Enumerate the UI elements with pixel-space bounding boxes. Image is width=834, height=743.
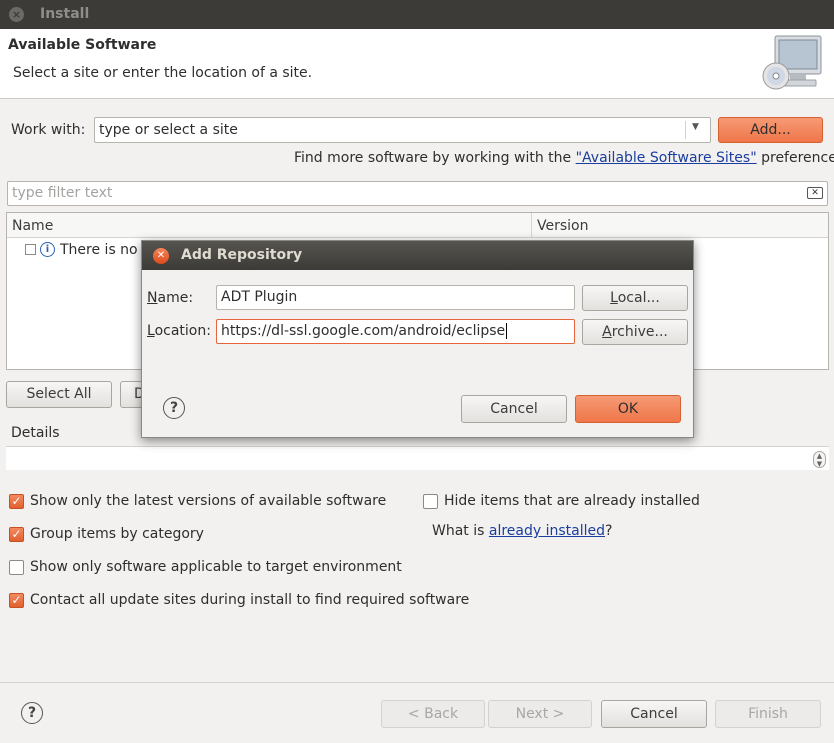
name-label-rest: ame: bbox=[157, 290, 194, 306]
finish-button[interactable]: Finish bbox=[715, 700, 821, 728]
chevron-down-icon[interactable]: ▼ bbox=[692, 122, 699, 132]
already-installed-link[interactable]: already installed bbox=[489, 523, 605, 539]
details-label: Details bbox=[11, 425, 60, 441]
find-more-text: Find more software by working with the "… bbox=[294, 150, 834, 166]
add-repository-dialog: ✕ Add Repository Name: ADT Plugin Local.… bbox=[141, 240, 694, 438]
installed-suffix: ? bbox=[605, 523, 613, 539]
dialog-cancel-button[interactable]: Cancel bbox=[461, 395, 567, 423]
dialog-titlebar: ✕ Add Repository bbox=[142, 241, 693, 270]
info-icon: i bbox=[40, 242, 55, 257]
hide-installed-checkbox[interactable] bbox=[423, 494, 438, 509]
available-sites-link[interactable]: "Available Software Sites" bbox=[576, 150, 757, 166]
back-button[interactable]: < Back bbox=[381, 700, 485, 728]
select-all-button[interactable]: Select All bbox=[6, 381, 112, 408]
location-field[interactable]: https://dl-ssl.google.com/android/eclips… bbox=[216, 319, 575, 344]
details-box: ▲ ▼ bbox=[6, 446, 829, 470]
row-checkbox[interactable] bbox=[25, 244, 36, 255]
clear-filter-icon[interactable]: ✕ bbox=[807, 187, 823, 199]
add-site-button[interactable]: Add... bbox=[718, 117, 823, 143]
dialog-help-icon[interactable]: ? bbox=[163, 397, 185, 419]
header-banner: Available Software Select a site or ente… bbox=[0, 29, 834, 99]
group-by-category-label: Group items by category bbox=[30, 526, 204, 542]
find-more-prefix: Find more software by working with the bbox=[294, 150, 576, 166]
archive-mnemonic: A bbox=[602, 324, 612, 340]
filter-input[interactable]: type filter text ✕ bbox=[7, 181, 828, 206]
dialog-close-icon[interactable]: ✕ bbox=[153, 248, 169, 264]
page-title: Available Software bbox=[8, 37, 157, 53]
find-more-suffix: preferences. bbox=[761, 150, 834, 166]
computer-cd-icon bbox=[762, 35, 822, 90]
table-row-name: There is no s bbox=[60, 242, 150, 258]
location-label-rest: ocation: bbox=[154, 323, 211, 339]
target-env-label: Show only software applicable to target … bbox=[30, 559, 402, 575]
help-icon[interactable]: ? bbox=[21, 702, 43, 724]
window-title: Install bbox=[40, 6, 90, 22]
target-env-checkbox[interactable] bbox=[9, 560, 24, 575]
location-value: https://dl-ssl.google.com/android/eclips… bbox=[221, 323, 506, 339]
latest-versions-label: Show only the latest versions of availab… bbox=[30, 493, 387, 509]
site-combo-value: type or select a site bbox=[99, 122, 238, 138]
window-close-icon[interactable]: × bbox=[9, 7, 24, 22]
location-mnemonic: L bbox=[147, 323, 155, 339]
name-field[interactable]: ADT Plugin bbox=[216, 285, 575, 310]
combo-divider bbox=[685, 121, 686, 139]
footer-divider bbox=[0, 682, 834, 683]
hide-installed-label: Hide items that are already installed bbox=[444, 493, 700, 509]
local-button[interactable]: Local... bbox=[582, 285, 688, 311]
dialog-title: Add Repository bbox=[181, 247, 303, 263]
archive-label-rest: rchive... bbox=[611, 324, 668, 340]
site-combo[interactable]: type or select a site ▼ bbox=[94, 117, 711, 143]
cancel-button[interactable]: Cancel bbox=[601, 700, 707, 728]
latest-versions-checkbox[interactable]: ✓ bbox=[9, 494, 24, 509]
window-titlebar: × Install bbox=[0, 0, 834, 29]
dialog-ok-button[interactable]: OK bbox=[575, 395, 681, 423]
contact-sites-label: Contact all update sites during install … bbox=[30, 592, 470, 608]
filter-placeholder: type filter text bbox=[12, 185, 113, 201]
group-by-category-checkbox[interactable]: ✓ bbox=[9, 527, 24, 542]
column-header-version-label: Version bbox=[537, 218, 589, 234]
local-mnemonic: L bbox=[610, 290, 618, 306]
page-description: Select a site or enter the location of a… bbox=[13, 65, 313, 81]
column-header-name[interactable]: Name bbox=[7, 213, 532, 238]
text-caret bbox=[506, 323, 508, 339]
installed-prefix: What is bbox=[432, 523, 489, 539]
name-mnemonic: N bbox=[147, 290, 158, 306]
archive-button[interactable]: Archive... bbox=[582, 319, 688, 345]
contact-sites-checkbox[interactable]: ✓ bbox=[9, 593, 24, 608]
next-button[interactable]: Next > bbox=[488, 700, 592, 728]
local-label-rest: ocal... bbox=[617, 290, 660, 306]
column-header-name-label: Name bbox=[12, 218, 54, 234]
column-header-version[interactable]: Version bbox=[532, 213, 828, 238]
name-label: Name: bbox=[147, 290, 193, 306]
work-with-label: Work with: bbox=[11, 122, 86, 138]
details-scroll-icon[interactable]: ▲ ▼ bbox=[813, 451, 826, 468]
location-label: Location: bbox=[147, 323, 211, 339]
installed-query: What is already installed? bbox=[432, 523, 612, 539]
